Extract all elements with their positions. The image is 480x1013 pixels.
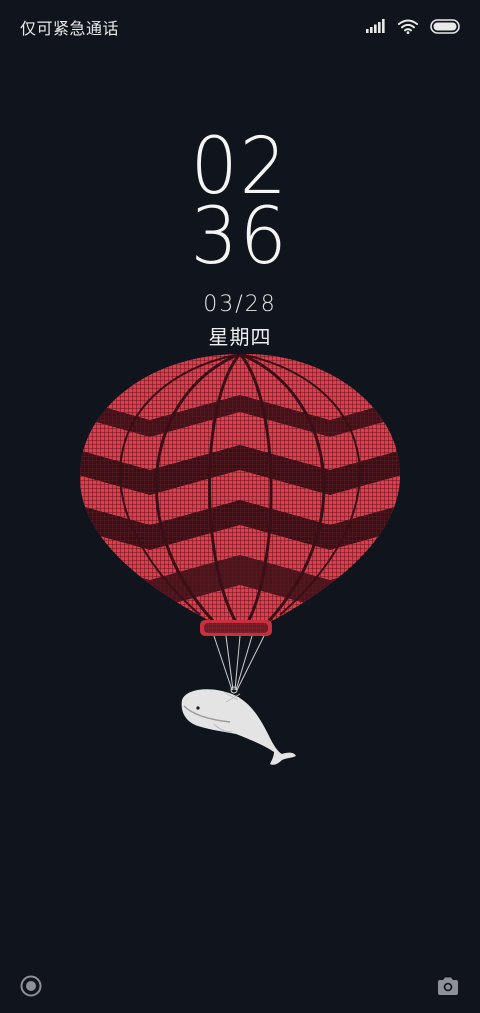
balloon-whale-wallpaper (79, 353, 401, 765)
status-icons (366, 17, 460, 35)
battery-icon (430, 18, 460, 34)
carrier-status-text: 仅可紧急通话 (20, 19, 120, 38)
balloon-envelope (79, 353, 401, 636)
assistant-circle-button[interactable] (20, 975, 42, 997)
balloon-ropes (213, 635, 265, 694)
camera-shortcut-button[interactable] (436, 976, 460, 996)
camera-icon (438, 977, 458, 995)
signal-icon (366, 19, 385, 33)
wifi-icon (398, 19, 418, 34)
clock-minute: 36 (0, 192, 480, 282)
status-bar: 仅可紧急通话 (0, 0, 480, 52)
whale-illustration (181, 689, 296, 765)
assistant-circle-icon (20, 975, 42, 997)
date-text: 03/28 (203, 292, 277, 317)
clock-minute-text: 36 (190, 192, 290, 282)
